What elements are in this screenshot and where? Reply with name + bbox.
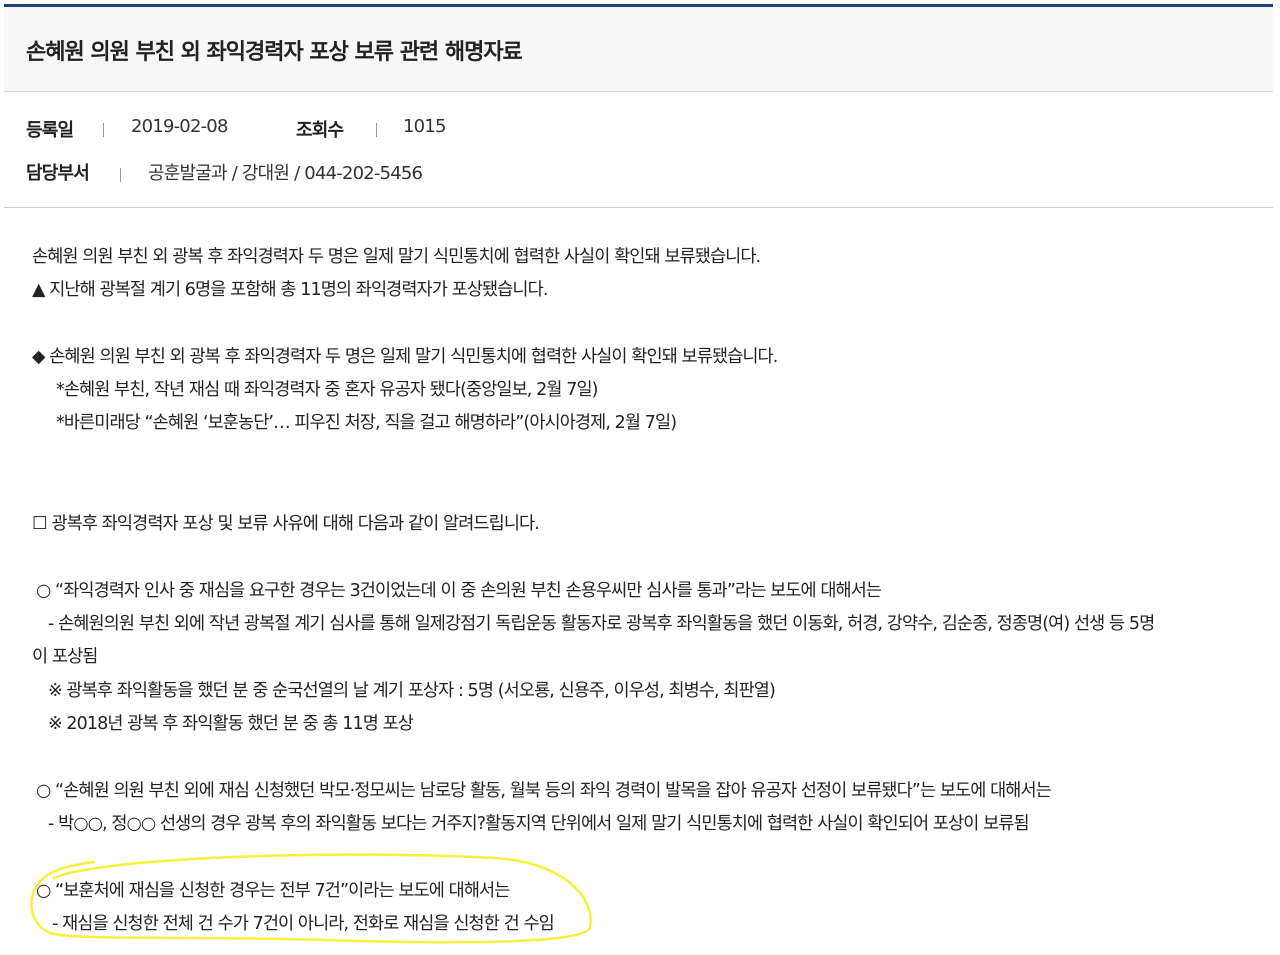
- body-line: ○ “손혜원 의원 부친 외에 재심 신청했던 박모·정모씨는 남로당 활동, …: [36, 781, 1052, 801]
- body-line: - 박○○, 정○○ 선생의 경우 광복 후의 좌익활동 보다는 거주지?활동지…: [48, 814, 1030, 834]
- meta-separator: [120, 168, 121, 182]
- views-label: 조회수: [296, 120, 344, 141]
- body-line: ※ 2018년 광복 후 좌익활동 했던 분 중 총 11명 포상: [48, 714, 414, 734]
- content-divider: [4, 207, 1273, 208]
- title-bar: 손혜원 의원 부친 외 좌익경력자 포상 보류 관련 해명자료: [4, 4, 1273, 92]
- body-line: 손혜원 의원 부친 외 광복 후 좌익경력자 두 명은 일제 말기 식민통치에 …: [32, 247, 761, 267]
- registered-label: 등록일: [26, 120, 74, 141]
- body-line: ○ “좌익경력자 인사 중 재심을 요구한 경우는 3건이었는데 이 중 손의원…: [36, 581, 882, 601]
- body-line: - 손혜원의원 부친 외에 작년 광복절 계기 심사를 통해 일제강점기 독립운…: [48, 614, 1155, 634]
- department-value: 공훈발굴과 / 강대원 / 044-202-5456: [148, 163, 423, 184]
- body-line: *손혜원 부친, 작년 재심 때 좌익경력자 중 혼자 유공자 됐다(중앙일보,…: [56, 380, 598, 400]
- body-line: ◆ 손혜원 의원 부친 외 광복 후 좌익경력자 두 명은 일제 말기 식민통치…: [32, 347, 778, 367]
- meta-separator: [103, 123, 104, 137]
- press-release-page: 손혜원 의원 부친 외 좌익경력자 포상 보류 관련 해명자료 등록일 2019…: [0, 0, 1280, 955]
- body-line: - 재심을 신청한 전체 건 수가 7건이 아니라, 전화로 재심을 신청한 건…: [52, 914, 555, 934]
- body-line: ※ 광복후 좌익활동을 했던 분 중 순국선열의 날 계기 포상자 : 5명 (…: [48, 681, 776, 701]
- body-line: *바른미래당 “손혜원 ‘보훈농단’… 피우진 처장, 직을 걸고 해명하라”(…: [56, 413, 677, 433]
- registered-value: 2019-02-08: [131, 116, 228, 137]
- body-line: ▲ 지난해 광복절 계기 6명을 포함해 총 11명의 좌익경력자가 포상됐습니…: [32, 280, 548, 300]
- body-line: ○ “보훈처에 재심을 신청한 경우는 전부 7건”이라는 보도에 대해서는: [36, 881, 510, 901]
- body-line: 이 포상됨: [32, 647, 98, 667]
- meta-separator: [376, 123, 377, 137]
- body-line: ☐ 광복후 좌익경력자 포상 및 보류 사유에 대해 다음과 같이 알려드립니다…: [32, 514, 540, 534]
- department-label: 담당부서: [26, 163, 90, 184]
- page-title: 손혜원 의원 부친 외 좌익경력자 포상 보류 관련 해명자료: [26, 40, 523, 65]
- views-value: 1015: [403, 116, 446, 137]
